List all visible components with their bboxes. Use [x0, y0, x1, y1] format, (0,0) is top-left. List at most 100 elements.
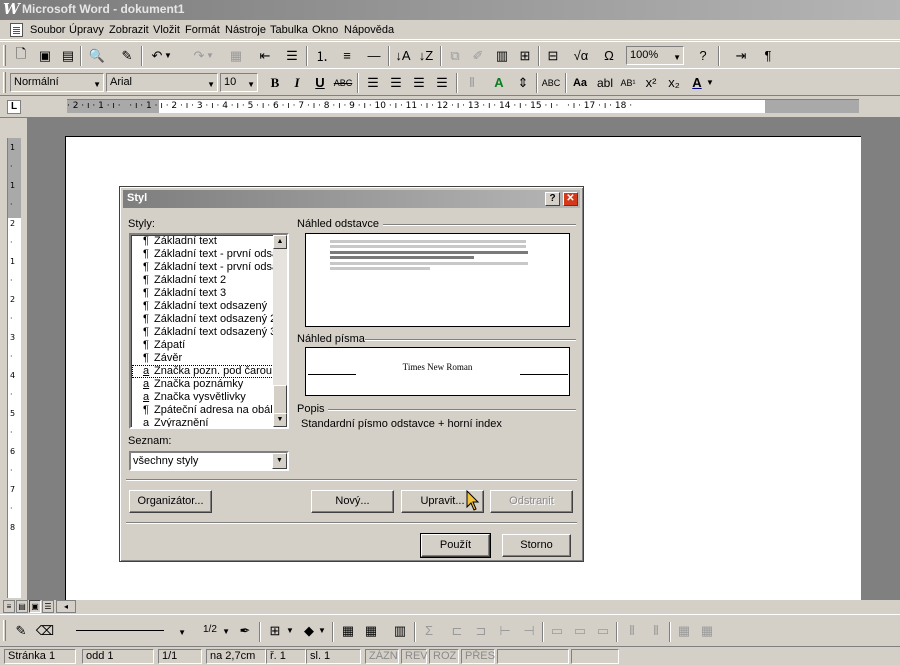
vertical-ruler[interactable]: 1 · 1 · 2 · 1 · 2 · 3 · 4 · 5 · 6 · 7 · 8 [7, 138, 21, 598]
list-item[interactable]: ¶ Zápatí [143, 339, 278, 352]
distribute-columns-icon[interactable]: ⫴ [645, 620, 667, 641]
show-formatting-icon[interactable]: ¶ [757, 45, 779, 66]
ruler-strip[interactable]: · 2 · ı · 1 · ı · · ı · 1 · ı · 2 · ı · … [67, 99, 859, 113]
align-right-icon[interactable]: ☰ [408, 72, 430, 93]
menu-upravy[interactable]: Úpravy [69, 24, 104, 36]
chevron-down-icon[interactable]: ▼ [178, 624, 186, 641]
menu-soubor[interactable]: Soubor [30, 24, 65, 36]
menu-format[interactable]: Formát [185, 24, 220, 36]
distribute-icon[interactable]: ⊢ [494, 620, 516, 641]
align-center-icon[interactable]: ☰ [385, 72, 407, 93]
small-caps-icon[interactable]: ABC [540, 72, 562, 93]
scroll-down-icon[interactable]: ▼ [273, 413, 287, 427]
bold-icon[interactable]: B [264, 72, 286, 93]
border-color-icon[interactable]: ✒ [234, 620, 256, 641]
zoom-combo[interactable]: 100% ▼ [626, 46, 684, 65]
styles-scrollbar[interactable]: ▲ ▼ [273, 235, 287, 427]
list-item[interactable]: ¶ Základní text odsazený 2 [143, 313, 278, 326]
underline-icon[interactable]: U [309, 72, 331, 93]
open-icon[interactable]: ▣ [34, 45, 56, 66]
list-item[interactable]: ¶ Základní text 2 [143, 274, 278, 287]
document-icon[interactable] [10, 23, 23, 37]
decrease-indent-icon[interactable]: ⇤ [254, 45, 276, 66]
autoformat-icon[interactable]: ▥ [389, 620, 411, 641]
align-top-icon[interactable]: ▭ [546, 620, 568, 641]
field-icon[interactable]: ⊟ [542, 45, 564, 66]
columns-icon[interactable]: ⫴ [461, 72, 483, 93]
close-icon[interactable]: ✕ [563, 192, 578, 206]
status-ext[interactable]: ROZ [429, 649, 459, 664]
paragraph-direction-icon[interactable]: ⇥ [730, 45, 752, 66]
list-item[interactable]: a Značka vysvětlivky [143, 391, 278, 404]
eraser-icon[interactable]: ⌫ [34, 620, 56, 641]
spacing-icon[interactable]: ⇕ [512, 72, 534, 93]
equation-icon[interactable]: √α [570, 45, 592, 66]
redo-dropdown-icon[interactable]: ▼ [204, 45, 216, 66]
scroll-up-icon[interactable]: ▲ [273, 235, 287, 249]
list-item[interactable]: a Zvýraznění [143, 417, 278, 427]
new-style-button[interactable]: Nový... [311, 490, 394, 513]
symbol-omega-icon[interactable]: Ω [598, 45, 620, 66]
font-combo[interactable]: Arial ▼ [106, 73, 218, 92]
menu-napoveda[interactable]: Nápověda [344, 24, 394, 36]
chevron-down-icon[interactable]: ▼ [222, 623, 230, 640]
chevron-down-icon[interactable]: ▼ [272, 453, 287, 469]
cancel-button[interactable]: Storno [502, 534, 571, 557]
line-weight-combo[interactable]: 1/2 ▼ [200, 621, 232, 640]
highlight-icon[interactable]: A [488, 72, 510, 93]
horizontal-line-icon[interactable]: — [363, 45, 385, 66]
list-filter-combo[interactable]: všechny styly ▼ [129, 451, 289, 471]
list-item[interactable]: ¶ Základní text - první odsa [143, 248, 278, 261]
status-rev[interactable]: REV [401, 649, 428, 664]
borders-dropdown-icon[interactable]: ▼ [284, 620, 296, 641]
toolbar-grip[interactable] [3, 620, 6, 641]
menu-nastroje[interactable]: Nástroje [225, 24, 266, 36]
font-color-dropdown-icon[interactable]: ▼ [704, 72, 716, 93]
chevron-down-icon[interactable]: ▼ [247, 76, 255, 93]
strikethrough-icon[interactable]: ABC [332, 72, 354, 93]
char-scale-icon[interactable]: abl [594, 72, 616, 93]
tab-selector[interactable]: L [7, 100, 21, 114]
justify-icon[interactable]: ☰ [281, 45, 303, 66]
outline-view-icon[interactable]: ☰ [42, 600, 54, 613]
sort-ascending-icon[interactable]: ↓A [392, 45, 414, 66]
help-icon[interactable]: ? [545, 192, 560, 206]
list-item[interactable]: ¶ Základní text odsazený 3 [143, 326, 278, 339]
database-icon[interactable]: ⊞ [514, 45, 536, 66]
copy-icon[interactable]: ⧉ [444, 45, 466, 66]
web-view-icon[interactable]: ▤ [16, 600, 28, 613]
align-left-icon[interactable]: ☰ [362, 72, 384, 93]
change-case-icon[interactable]: Aa [569, 72, 591, 93]
list-item[interactable]: ¶ Základní text [143, 235, 278, 248]
format-painter-icon[interactable]: ✎ [116, 45, 138, 66]
menu-tabulka[interactable]: Tabulka [270, 24, 308, 36]
align-justify-icon[interactable]: ☰ [431, 72, 453, 93]
split-cells-icon[interactable]: ⊐ [470, 620, 492, 641]
list-item[interactable]: ¶ Základní text odsazený [143, 300, 278, 313]
font-size-combo[interactable]: 10 ▼ [220, 73, 258, 92]
style-combo[interactable]: Normální ▼ [10, 73, 104, 92]
form-icon[interactable]: ▥ [491, 45, 513, 66]
align-bottom-icon[interactable]: ▭ [592, 620, 614, 641]
menu-zobrazit[interactable]: Zobrazit [109, 24, 149, 36]
list-item[interactable]: ¶ Základní text - první odsa [143, 261, 278, 274]
borders-icon[interactable]: ⊞ [264, 620, 286, 641]
list-item-selected[interactable]: a Značka pozn. pod čarou [132, 365, 276, 378]
help-icon[interactable]: ? [692, 45, 714, 66]
edit-icon[interactable]: ✐ [467, 45, 489, 66]
list-item[interactable]: ¶ Závěr [143, 352, 278, 365]
line-style-combo[interactable]: ▼ [72, 621, 188, 640]
menu-vlozit[interactable]: Vložit [153, 24, 180, 36]
align-cells-icon[interactable]: ⊣ [518, 620, 540, 641]
status-rec[interactable]: ZÁZN [365, 649, 399, 664]
status-ovr[interactable]: PŘES [461, 649, 495, 664]
table-grid-icon[interactable]: ▦ [360, 620, 382, 641]
chevron-down-icon[interactable]: ▼ [673, 49, 681, 66]
shading-dropdown-icon[interactable]: ▼ [316, 620, 328, 641]
superscript-caps-icon[interactable]: AB¹ [617, 72, 639, 93]
toolbar-grip[interactable] [3, 45, 6, 66]
save-icon[interactable]: ▤ [57, 45, 79, 66]
table-properties-icon[interactable]: ▦ [673, 620, 695, 641]
menu-okno[interactable]: Okno [312, 24, 338, 36]
bullets-icon[interactable]: ≡ [336, 45, 358, 66]
